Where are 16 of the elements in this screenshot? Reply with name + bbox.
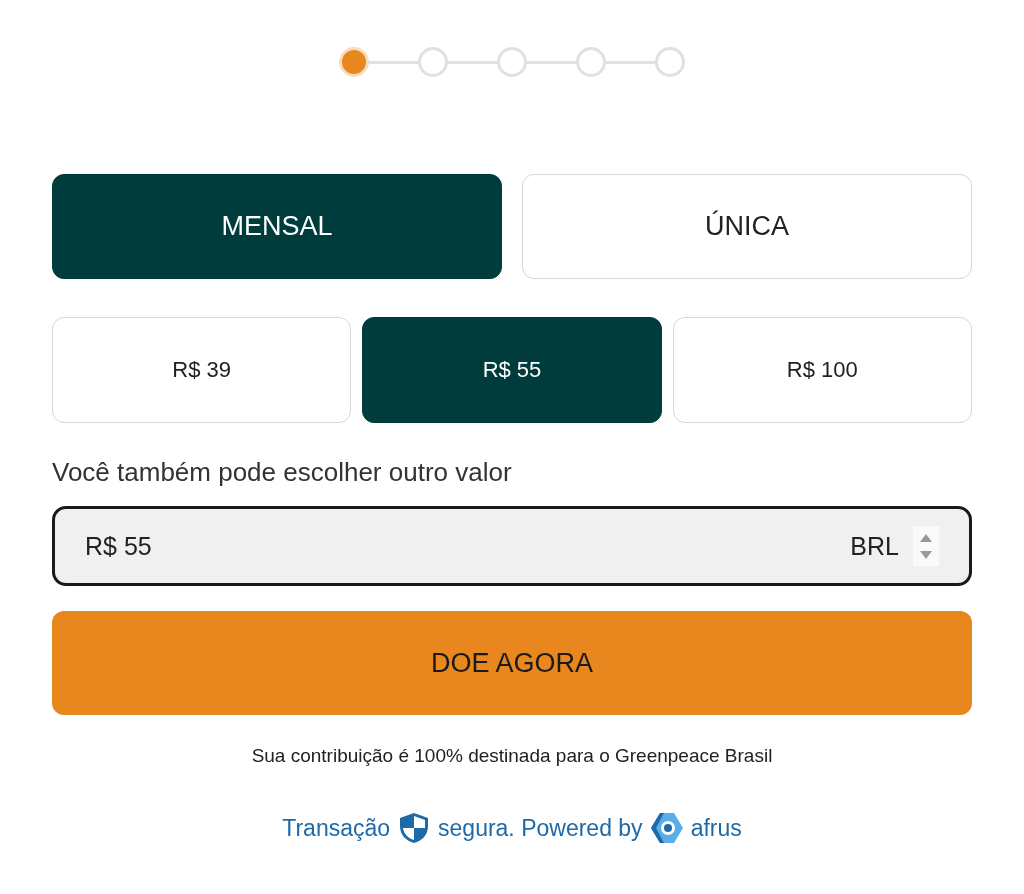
contribution-note: Sua contribuição é 100% destinada para o Greenpeace Brasil: [250, 745, 774, 767]
currency-label: BRL: [850, 531, 899, 561]
amount-option[interactable]: R$ 55: [362, 317, 662, 423]
brand-name[interactable]: afrus: [690, 814, 742, 842]
custom-amount-label: Você também pode escolher outro valor: [52, 457, 513, 488]
donate-button[interactable]: DOE AGORA: [52, 611, 972, 715]
secure-text: Transação: [282, 814, 391, 842]
frequency-option[interactable]: MENSAL: [52, 174, 502, 279]
hexagon-logo-icon: [649, 811, 684, 845]
frequency-option[interactable]: ÚNICA: [522, 174, 972, 279]
amount-option[interactable]: R$ 100: [672, 317, 972, 423]
amount-option[interactable]: R$ 39: [52, 317, 352, 423]
amount-field[interactable]: R$ 55 BRL: [52, 506, 972, 586]
spinner-icon[interactable]: [913, 526, 939, 566]
powered-by-text: segura. Powered by: [438, 814, 643, 842]
amount-input-field[interactable]: R$ 55: [85, 531, 837, 561]
